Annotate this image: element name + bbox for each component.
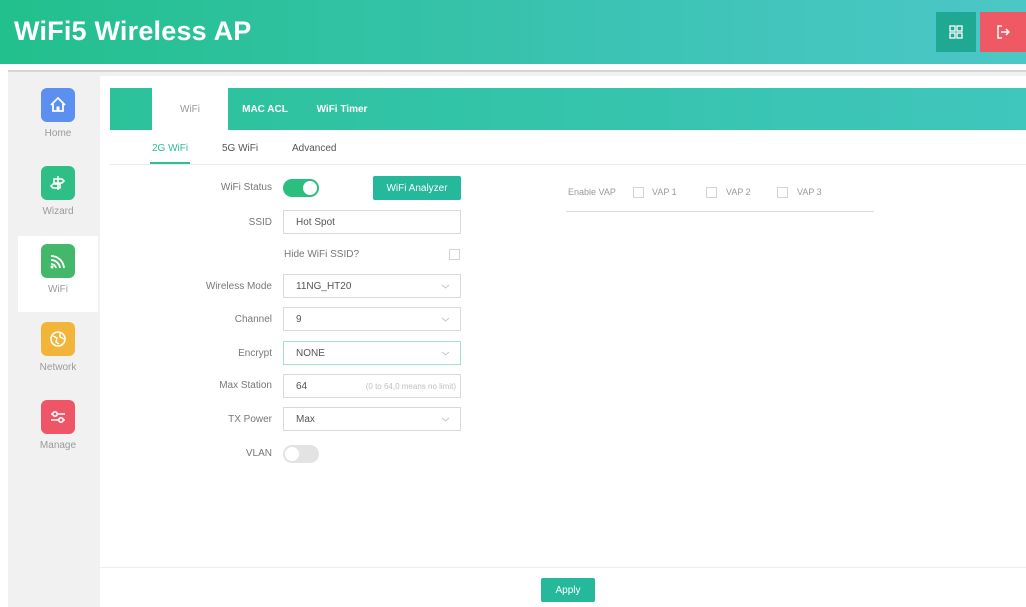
logout-button[interactable] <box>980 12 1026 52</box>
sidebar-item-label: Home <box>44 128 72 139</box>
subtab-2g-wifi[interactable]: 2G WiFi <box>152 143 188 154</box>
vap-1-checkbox[interactable] <box>633 187 644 198</box>
encrypt-label: Encrypt <box>238 348 272 359</box>
subtab-divider <box>110 164 1026 165</box>
channel-label: Channel <box>234 314 272 325</box>
ssid-input[interactable]: Hot Spot <box>283 210 461 234</box>
vlan-label: VLAN <box>245 448 272 459</box>
max-station-label: Max Station <box>219 380 272 391</box>
content-panel <box>100 76 1026 607</box>
chevron-down-icon <box>441 417 450 422</box>
sidebar-item-wifi[interactable]: WiFi <box>18 236 98 312</box>
sidebar: Home Wizard WiFi Network Manage <box>18 80 98 607</box>
tab-bar: WiFi MAC ACL WiFi Timer <box>110 88 1026 130</box>
sidebar-item-label: Wizard <box>42 206 74 217</box>
wireless-mode-label: Wireless Mode <box>205 281 272 292</box>
sidebar-item-manage[interactable]: Manage <box>18 392 98 468</box>
subtab-5g-wifi[interactable]: 5G WiFi <box>222 143 258 154</box>
encrypt-value: NONE <box>296 347 325 359</box>
vap-2-label: VAP 2 <box>726 187 751 197</box>
chevron-down-icon <box>441 284 450 289</box>
channel-value: 9 <box>296 313 302 325</box>
enable-vap-label: Enable VAP <box>568 187 616 197</box>
subtab-advanced[interactable]: Advanced <box>292 143 336 154</box>
wifi-status-toggle[interactable] <box>283 179 319 197</box>
hide-ssid-checkbox[interactable] <box>449 249 460 260</box>
app-header: WiFi5 Wireless AP <box>0 0 1026 64</box>
channel-select[interactable]: 9 <box>283 307 461 331</box>
chevron-down-icon <box>441 351 450 356</box>
network-icon <box>41 322 75 356</box>
tx-power-label: TX Power <box>228 414 272 425</box>
sidebar-item-home[interactable]: Home <box>18 80 98 156</box>
vlan-toggle[interactable] <box>283 445 319 463</box>
vap-3-checkbox[interactable] <box>777 187 788 198</box>
wireless-mode-value: 11NG_HT20 <box>296 280 352 292</box>
chevron-down-icon <box>441 317 450 322</box>
wifi-icon <box>41 244 75 278</box>
ssid-label: SSID <box>248 217 272 228</box>
ssid-value: Hot Spot <box>296 216 335 228</box>
wifi-analyzer-button[interactable]: WiFi Analyzer <box>373 176 461 200</box>
tab-mac-acl[interactable]: MAC ACL <box>234 88 296 130</box>
vap-divider <box>566 211 874 212</box>
encrypt-select[interactable]: NONE <box>283 341 461 365</box>
tx-power-value: Max <box>296 413 315 425</box>
vap-2-checkbox[interactable] <box>706 187 717 198</box>
grid-button[interactable] <box>936 12 976 52</box>
home-icon <box>41 88 75 122</box>
tab-wifi-timer[interactable]: WiFi Timer <box>306 88 378 130</box>
hide-ssid-label: Hide WiFi SSID? <box>284 249 360 260</box>
tx-power-select[interactable]: Max <box>283 407 461 431</box>
wifi-status-label: WiFi Status <box>220 182 272 193</box>
sidebar-item-label: WiFi <box>48 284 68 295</box>
logout-icon <box>997 25 1010 39</box>
sidebar-item-label: Network <box>39 362 77 373</box>
wireless-mode-select[interactable]: 11NG_HT20 <box>283 274 461 298</box>
grid-icon <box>949 25 963 39</box>
app-title: WiFi5 Wireless AP <box>14 16 252 46</box>
sidebar-item-network[interactable]: Network <box>18 314 98 390</box>
max-station-value: 64 <box>296 380 308 392</box>
sidebar-item-wizard[interactable]: Wizard <box>18 158 98 234</box>
tab-wifi[interactable]: WiFi <box>152 88 228 130</box>
max-station-hint: (0 to 64,0 means no limit) <box>365 382 456 391</box>
wizard-icon <box>41 166 75 200</box>
apply-button[interactable]: Apply <box>541 578 595 602</box>
footer-divider <box>100 567 1026 568</box>
vap-1-label: VAP 1 <box>652 187 677 197</box>
manage-icon <box>41 400 75 434</box>
sidebar-item-label: Manage <box>39 440 77 451</box>
max-station-input[interactable]: 64 (0 to 64,0 means no limit) <box>283 374 461 398</box>
vap-3-label: VAP 3 <box>797 187 822 197</box>
